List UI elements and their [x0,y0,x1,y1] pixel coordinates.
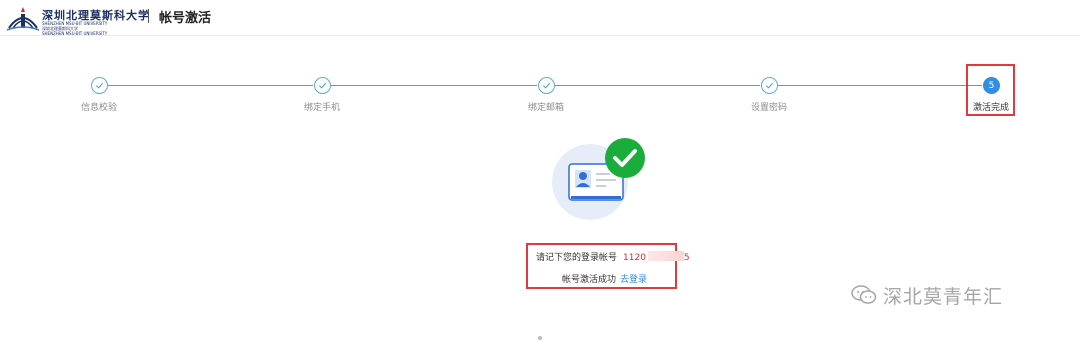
account-prompt: 请记下您的登录帐号 [536,253,618,263]
step-label-1: 信息校验 [80,103,118,113]
university-logo-icon [6,7,40,31]
step-label-3: 绑定邮箱 [527,103,565,113]
account-value-suffix: 5 [683,253,690,263]
step-2-check-icon [314,77,331,94]
step-connector [331,85,537,86]
page-title: 帐号激活 [159,11,212,26]
step-highlight-box [966,64,1015,116]
step-4-check-icon [761,77,778,94]
step-label-2: 绑定手机 [303,103,341,113]
header-divider [148,9,149,23]
go-login-link[interactable]: 去登录 [620,275,647,285]
step-label-4: 设置密码 [750,103,788,113]
wechat-icon [851,285,877,304]
account-value-prefix: 1120 [623,253,646,263]
success-row: 帐号激活成功 去登录 [562,272,647,285]
watermark-text: 深北莫青年汇 [883,285,1004,308]
step-3-check-icon [538,77,555,94]
step-connector [108,85,313,86]
app-header: 深圳北理莫斯科大学 SHENZHEN MSU-BIT UNIVERSITY 深圳… [0,0,1080,36]
step-connector [778,85,982,86]
step-1-check-icon [91,77,108,94]
account-row: 请记下您的登录帐号 1120 5 [536,250,690,263]
progress-steps: 信息校验 绑定手机 绑定邮箱 设置密码 5 激活完成 [0,76,1080,116]
wechat-watermark: 深北莫青年汇 [851,282,1003,308]
school-name-english: SHENZHEN MSU-BIT UNIVERSITY 深圳北理莫斯科大学 SH… [42,21,108,36]
step-connector [555,85,760,86]
success-text: 帐号激活成功 [562,275,617,285]
success-id-card-icon [552,138,645,220]
scroll-indicator-dot [538,336,542,340]
account-value-mask [647,251,684,261]
